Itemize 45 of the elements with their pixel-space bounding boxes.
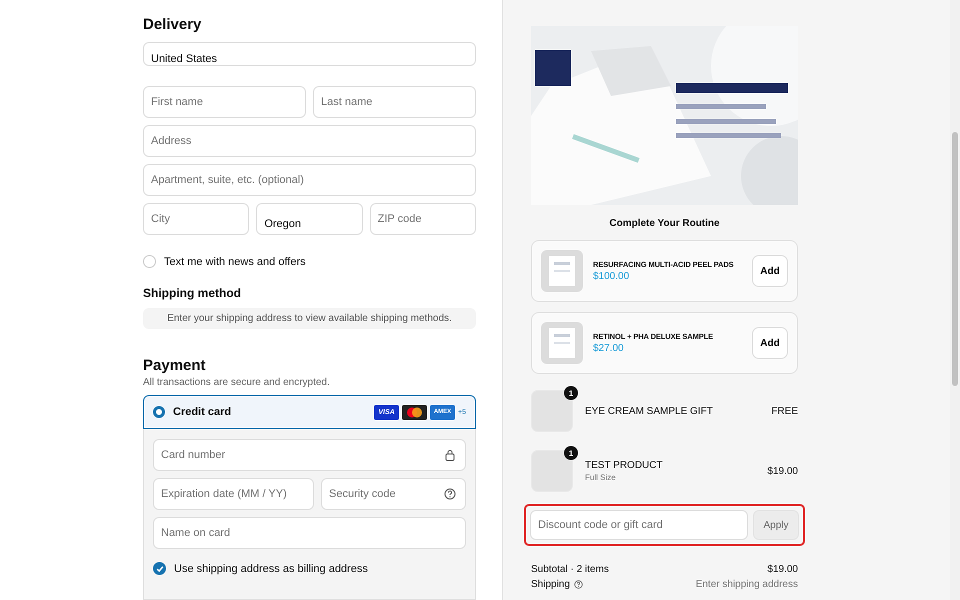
help-icon[interactable] xyxy=(574,580,583,589)
lock-icon xyxy=(444,449,456,461)
card-brand-icon xyxy=(402,404,428,420)
check-icon xyxy=(156,564,164,572)
shipping-notice: Enter your shipping address to view available shipping methods. xyxy=(143,308,476,329)
subtotal-value: $19.00 xyxy=(767,564,798,575)
checkbox-label: Text me with news and offers xyxy=(164,256,306,268)
section-heading: Delivery xyxy=(143,16,202,33)
product-price: FREE xyxy=(771,406,798,416)
input-field[interactable]: Card number xyxy=(153,439,466,471)
scrollbar-thumb[interactable] xyxy=(952,132,958,386)
help-icon[interactable] xyxy=(444,488,456,500)
product-name: TEST PRODUCT xyxy=(585,460,663,471)
product-variant: Full Size xyxy=(585,473,617,482)
input-field[interactable]: Security code xyxy=(321,478,466,510)
input-field[interactable]: ZIP code xyxy=(370,203,476,236)
input-field[interactable]: Expiration date (MM / YY) xyxy=(153,478,314,510)
section-heading: Payment xyxy=(143,357,207,374)
product-name: EYE CREAM SAMPLE GIFT xyxy=(585,406,713,416)
payment-subtitle: All transactions are secure and encrypted. xyxy=(143,377,331,388)
quantity-badge: 1 xyxy=(564,446,578,460)
product-price: $100.00 xyxy=(593,271,630,282)
input-field[interactable]: City xyxy=(143,203,250,236)
country-select[interactable]: United States xyxy=(143,42,476,66)
input-field[interactable]: Name on card xyxy=(153,517,466,549)
subtotal-label: Subtotal · 2 items xyxy=(531,564,609,575)
apply-button[interactable]: Apply xyxy=(753,510,799,540)
state-select[interactable]: Oregon xyxy=(256,203,363,236)
product-price: $27.00 xyxy=(593,343,625,354)
input-field[interactable]: Address xyxy=(143,125,476,158)
input-field[interactable]: Last name xyxy=(313,86,476,118)
input-field[interactable]: Apartment, suite, etc. (optional) xyxy=(143,164,476,196)
quantity-badge: 1 xyxy=(564,386,578,400)
product-price: $19.00 xyxy=(767,466,798,476)
add-button[interactable]: Add xyxy=(752,327,788,359)
section-heading: Shipping method xyxy=(143,286,242,300)
discount-field[interactable]: Discount code or gift card xyxy=(530,510,748,540)
checkbox-label: Use shipping address as billing address xyxy=(174,562,368,574)
shipping-value: Enter shipping address xyxy=(696,579,798,590)
radio-button[interactable] xyxy=(153,406,165,418)
section-heading: Complete Your Routine xyxy=(608,218,721,229)
add-button[interactable]: Add xyxy=(752,255,788,287)
checkbox[interactable] xyxy=(153,562,166,575)
input-field[interactable]: First name xyxy=(143,86,306,118)
shipping-label: Shipping xyxy=(531,579,570,590)
